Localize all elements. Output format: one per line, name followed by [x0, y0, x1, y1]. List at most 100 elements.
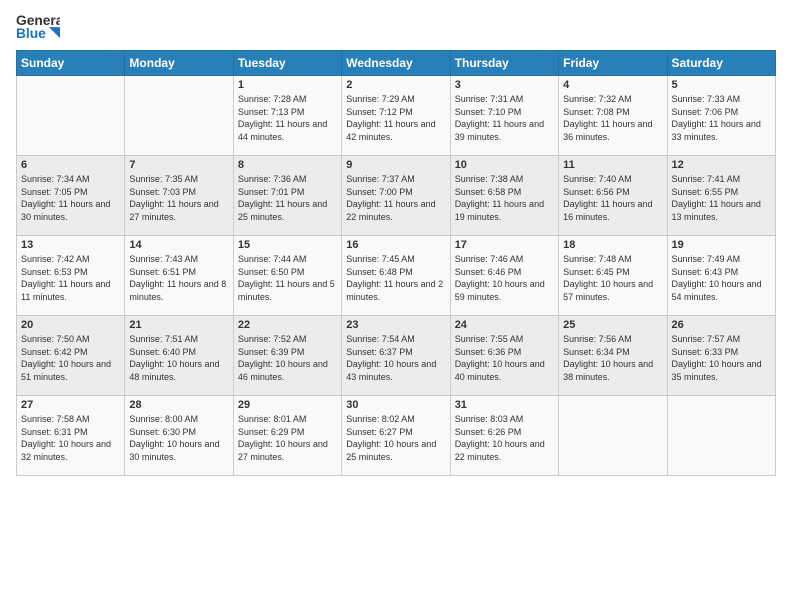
day-info: Sunrise: 7:51 AM Sunset: 6:40 PM Dayligh…	[129, 333, 228, 383]
weekday-header-friday: Friday	[559, 51, 667, 76]
day-info: Sunrise: 8:03 AM Sunset: 6:26 PM Dayligh…	[455, 413, 554, 463]
day-cell: 30 Sunrise: 8:02 AM Sunset: 6:27 PM Dayli…	[342, 396, 450, 476]
day-number: 19	[672, 239, 771, 251]
day-info: Sunrise: 7:45 AM Sunset: 6:48 PM Dayligh…	[346, 253, 445, 303]
day-number: 16	[346, 239, 445, 251]
day-info: Sunrise: 7:54 AM Sunset: 6:37 PM Dayligh…	[346, 333, 445, 383]
day-number: 17	[455, 239, 554, 251]
logo-icon: General Blue	[16, 10, 60, 46]
day-cell: 9Sunrise: 7:37 AM Sunset: 7:00 PM Daylig…	[342, 156, 450, 236]
day-info: Sunrise: 7:58 AM Sunset: 6:31 PM Dayligh…	[21, 413, 120, 463]
day-info: Sunrise: 7:44 AM Sunset: 6:50 PM Dayligh…	[238, 253, 337, 303]
day-cell: 3 Sunrise: 7:31 AM Sunset: 7:10 PM Daylig…	[450, 76, 558, 156]
day-cell: 14Sunrise: 7:43 AM Sunset: 6:51 PM Dayli…	[125, 236, 233, 316]
page-header: General Blue	[16, 10, 776, 46]
day-number: 21	[129, 319, 228, 331]
day-number: 5	[672, 79, 771, 91]
day-info: Sunrise: 8:02 AM Sunset: 6:27 PM Dayligh…	[346, 413, 445, 463]
day-info: Sunrise: 7:35 AM Sunset: 7:03 PM Dayligh…	[129, 173, 228, 223]
weekday-header-tuesday: Tuesday	[233, 51, 341, 76]
day-info: Sunrise: 7:29 AM Sunset: 7:12 PM Dayligh…	[346, 93, 445, 143]
day-number: 18	[563, 239, 662, 251]
day-number: 28	[129, 399, 228, 411]
weekday-header-thursday: Thursday	[450, 51, 558, 76]
weekday-header-saturday: Saturday	[667, 51, 775, 76]
day-cell: 31 Sunrise: 8:03 AM Sunset: 6:26 PM Dayli…	[450, 396, 558, 476]
week-row-4: 20Sunrise: 7:50 AM Sunset: 6:42 PM Dayli…	[17, 316, 776, 396]
day-cell: 24 Sunrise: 7:55 AM Sunset: 6:36 PM Dayli…	[450, 316, 558, 396]
day-cell: 18 Sunrise: 7:48 AM Sunset: 6:45 PM Dayli…	[559, 236, 667, 316]
day-cell: 10 Sunrise: 7:38 AM Sunset: 6:58 PM Dayli…	[450, 156, 558, 236]
day-info: Sunrise: 7:57 AM Sunset: 6:33 PM Dayligh…	[672, 333, 771, 383]
day-cell: 8 Sunrise: 7:36 AM Sunset: 7:01 PM Daylig…	[233, 156, 341, 236]
day-number: 25	[563, 319, 662, 331]
day-info: Sunrise: 8:00 AM Sunset: 6:30 PM Dayligh…	[129, 413, 228, 463]
day-number: 1	[238, 79, 337, 91]
day-number: 24	[455, 319, 554, 331]
day-info: Sunrise: 7:46 AM Sunset: 6:46 PM Dayligh…	[455, 253, 554, 303]
day-cell: 11 Sunrise: 7:40 AM Sunset: 6:56 PM Dayli…	[559, 156, 667, 236]
day-cell: 27 Sunrise: 7:58 AM Sunset: 6:31 PM Dayli…	[17, 396, 125, 476]
svg-text:Blue: Blue	[16, 26, 46, 41]
day-cell: 22 Sunrise: 7:52 AM Sunset: 6:39 PM Dayli…	[233, 316, 341, 396]
day-cell: 26 Sunrise: 7:57 AM Sunset: 6:33 PM Dayli…	[667, 316, 775, 396]
day-number: 13	[21, 239, 120, 251]
weekday-header-sunday: Sunday	[17, 51, 125, 76]
weekday-header-wednesday: Wednesday	[342, 51, 450, 76]
day-info: Sunrise: 7:38 AM Sunset: 6:58 PM Dayligh…	[455, 173, 554, 223]
day-info: Sunrise: 7:56 AM Sunset: 6:34 PM Dayligh…	[563, 333, 662, 383]
day-number: 30	[346, 399, 445, 411]
day-number: 10	[455, 159, 554, 171]
day-info: Sunrise: 7:31 AM Sunset: 7:10 PM Dayligh…	[455, 93, 554, 143]
day-cell: 23 Sunrise: 7:54 AM Sunset: 6:37 PM Dayli…	[342, 316, 450, 396]
day-cell: 19 Sunrise: 7:49 AM Sunset: 6:43 PM Dayli…	[667, 236, 775, 316]
day-cell	[125, 76, 233, 156]
day-number: 2	[346, 79, 445, 91]
day-info: Sunrise: 7:36 AM Sunset: 7:01 PM Dayligh…	[238, 173, 337, 223]
day-number: 20	[21, 319, 120, 331]
day-number: 7	[129, 159, 228, 171]
day-number: 23	[346, 319, 445, 331]
day-number: 27	[21, 399, 120, 411]
day-cell: 12 Sunrise: 7:41 AM Sunset: 6:55 PM Dayli…	[667, 156, 775, 236]
day-cell: 2 Sunrise: 7:29 AM Sunset: 7:12 PM Daylig…	[342, 76, 450, 156]
day-info: Sunrise: 7:55 AM Sunset: 6:36 PM Dayligh…	[455, 333, 554, 383]
day-cell: 25 Sunrise: 7:56 AM Sunset: 6:34 PM Dayli…	[559, 316, 667, 396]
week-row-2: 6 Sunrise: 7:34 AM Sunset: 7:05 PM Daylig…	[17, 156, 776, 236]
day-cell: 16 Sunrise: 7:45 AM Sunset: 6:48 PM Dayli…	[342, 236, 450, 316]
week-row-3: 13 Sunrise: 7:42 AM Sunset: 6:53 PM Dayli…	[17, 236, 776, 316]
day-cell: 7 Sunrise: 7:35 AM Sunset: 7:03 PM Daylig…	[125, 156, 233, 236]
day-info: Sunrise: 8:01 AM Sunset: 6:29 PM Dayligh…	[238, 413, 337, 463]
day-number: 26	[672, 319, 771, 331]
day-cell: 17 Sunrise: 7:46 AM Sunset: 6:46 PM Dayli…	[450, 236, 558, 316]
day-info: Sunrise: 7:40 AM Sunset: 6:56 PM Dayligh…	[563, 173, 662, 223]
day-cell: 5Sunrise: 7:33 AM Sunset: 7:06 PM Daylig…	[667, 76, 775, 156]
day-number: 4	[563, 79, 662, 91]
day-cell: 21 Sunrise: 7:51 AM Sunset: 6:40 PM Dayli…	[125, 316, 233, 396]
day-number: 11	[563, 159, 662, 171]
day-info: Sunrise: 7:49 AM Sunset: 6:43 PM Dayligh…	[672, 253, 771, 303]
day-number: 8	[238, 159, 337, 171]
day-info: Sunrise: 7:34 AM Sunset: 7:05 PM Dayligh…	[21, 173, 120, 223]
day-info: Sunrise: 7:43 AM Sunset: 6:51 PM Dayligh…	[129, 253, 228, 303]
week-row-1: 1 Sunrise: 7:28 AM Sunset: 7:13 PM Daylig…	[17, 76, 776, 156]
day-cell	[667, 396, 775, 476]
day-info: Sunrise: 7:32 AM Sunset: 7:08 PM Dayligh…	[563, 93, 662, 143]
day-info: Sunrise: 7:37 AM Sunset: 7:00 PM Dayligh…	[346, 173, 445, 223]
day-info: Sunrise: 7:42 AM Sunset: 6:53 PM Dayligh…	[21, 253, 120, 303]
day-number: 29	[238, 399, 337, 411]
calendar-table: SundayMondayTuesdayWednesdayThursdayFrid…	[16, 50, 776, 476]
day-cell	[559, 396, 667, 476]
day-info: Sunrise: 7:52 AM Sunset: 6:39 PM Dayligh…	[238, 333, 337, 383]
day-info: Sunrise: 7:28 AM Sunset: 7:13 PM Dayligh…	[238, 93, 337, 143]
day-info: Sunrise: 7:48 AM Sunset: 6:45 PM Dayligh…	[563, 253, 662, 303]
day-number: 22	[238, 319, 337, 331]
day-cell: 4 Sunrise: 7:32 AM Sunset: 7:08 PM Daylig…	[559, 76, 667, 156]
day-cell: 20Sunrise: 7:50 AM Sunset: 6:42 PM Dayli…	[17, 316, 125, 396]
day-number: 31	[455, 399, 554, 411]
day-number: 12	[672, 159, 771, 171]
day-info: Sunrise: 7:41 AM Sunset: 6:55 PM Dayligh…	[672, 173, 771, 223]
day-cell	[17, 76, 125, 156]
day-number: 6	[21, 159, 120, 171]
day-number: 3	[455, 79, 554, 91]
